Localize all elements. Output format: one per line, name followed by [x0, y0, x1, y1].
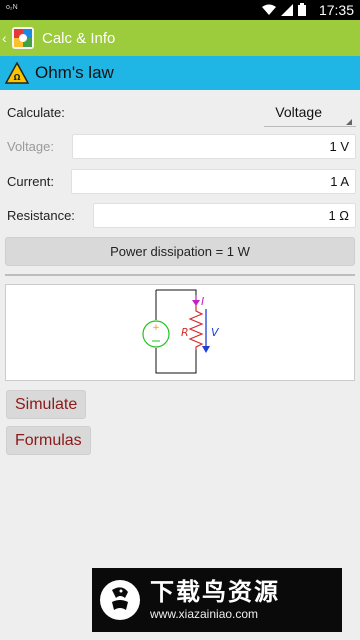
watermark-text: 下载鸟资源 www.xiazainiao.com — [150, 579, 280, 621]
calculate-row: Calculate: Voltage — [0, 99, 360, 127]
voltage-arrow-icon — [202, 309, 210, 353]
current-symbol: I — [201, 295, 204, 308]
current-arrow-icon — [192, 295, 200, 306]
calculate-label: Calculate: — [7, 105, 65, 120]
status-left-label: o₂N — [6, 4, 18, 11]
watermark-banner: 下载鸟资源 www.xiazainiao.com — [92, 568, 342, 632]
status-time: 17:35 — [318, 2, 354, 18]
voltage-label: Voltage: — [7, 139, 54, 154]
calculate-select[interactable]: Voltage — [275, 104, 322, 120]
app-bar: ‹ Calc & Info — [0, 20, 360, 56]
resistance-field[interactable]: 1 Ω — [93, 203, 356, 228]
voltage-symbol: V — [211, 326, 220, 339]
current-row: Current: 1 A — [0, 168, 360, 196]
resistor-symbol: R — [181, 326, 189, 339]
warning-icon: Ω — [5, 62, 29, 84]
status-icons — [262, 3, 306, 16]
app-logo-icon[interactable] — [12, 27, 34, 49]
back-icon[interactable]: ‹ — [2, 30, 10, 46]
current-field[interactable]: 1 A — [71, 169, 356, 194]
voltage-field: 1 V — [72, 134, 356, 159]
resistance-label: Resistance: — [7, 208, 75, 223]
svg-text:+: + — [152, 323, 160, 333]
voltage-source-icon: + — [142, 320, 170, 348]
formulas-button[interactable]: Formulas — [6, 426, 91, 455]
wifi-icon — [262, 4, 276, 15]
simulate-button[interactable]: Simulate — [6, 390, 87, 419]
divider — [5, 274, 355, 276]
power-dissipation-button[interactable]: Power dissipation = 1 W — [5, 237, 355, 266]
select-underline — [264, 126, 356, 127]
bird-logo-icon — [100, 580, 140, 620]
signal-icon — [281, 3, 293, 16]
watermark-url: www.xiazainiao.com — [150, 607, 259, 621]
battery-icon — [298, 3, 306, 16]
current-label: Current: — [7, 174, 54, 189]
page-header: Ω Ohm's law — [0, 56, 360, 90]
resistance-row: Resistance: 1 Ω — [0, 202, 360, 230]
circuit-wires — [155, 289, 197, 374]
watermark-brand: 下载鸟资源 — [150, 579, 280, 606]
voltage-row: Voltage: 1 V — [0, 133, 360, 161]
circuit-svg: + I R V — [142, 289, 220, 374]
status-bar: o₂N 17:35 — [0, 0, 360, 20]
dropdown-arrow-icon[interactable] — [346, 119, 352, 125]
svg-text:Ω: Ω — [14, 73, 21, 82]
page-title: Ohm's law — [35, 63, 114, 82]
circuit-diagram: + I R V — [5, 284, 355, 381]
resistor-icon — [188, 305, 204, 350]
app-title: Calc & Info — [42, 29, 116, 47]
